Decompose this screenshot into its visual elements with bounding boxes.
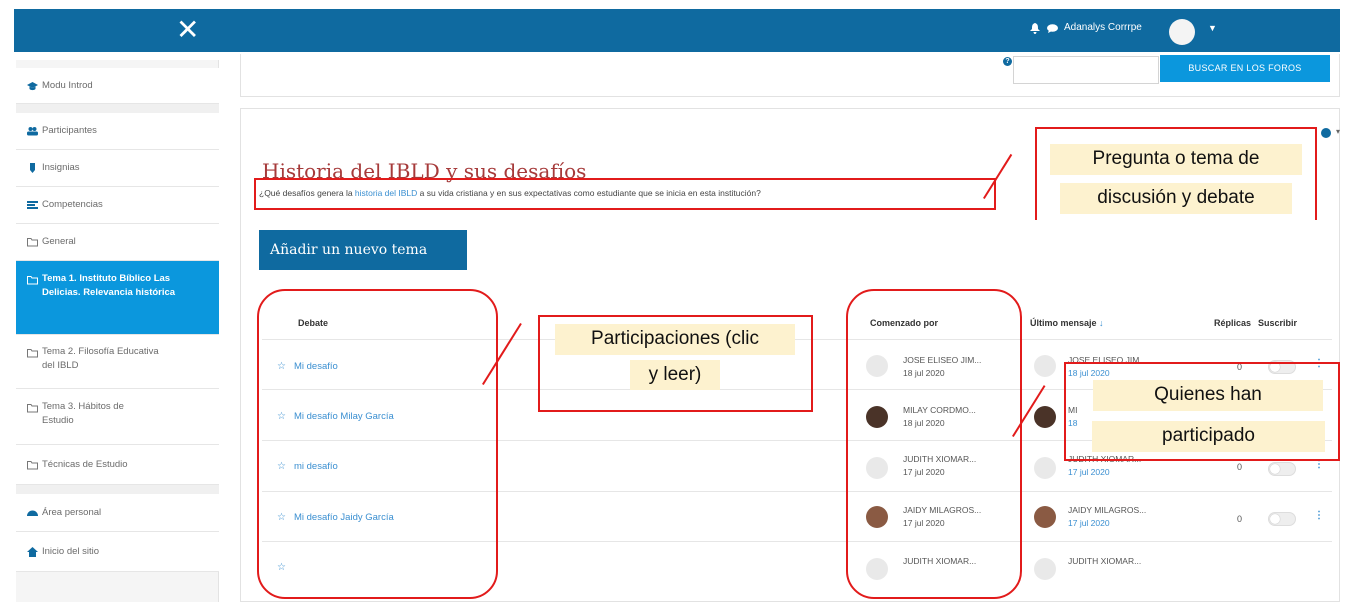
graduation-cap-icon xyxy=(27,81,38,90)
folder-icon xyxy=(27,404,38,413)
sidebar-item-area-personal[interactable]: Área personal xyxy=(16,494,219,532)
search-input[interactable] xyxy=(1013,56,1159,84)
subscribe-toggle[interactable] xyxy=(1268,512,1296,526)
chevron-down-icon[interactable]: ▼ xyxy=(1208,23,1217,33)
sidebar-divider xyxy=(16,485,219,494)
annotation-label: Pregunta o tema de xyxy=(1050,144,1302,175)
last-post-date[interactable]: 17 jul 2020 xyxy=(1068,467,1110,477)
search-forums-button[interactable]: BUSCAR EN LOS FOROS xyxy=(1160,55,1330,82)
avatar xyxy=(1034,558,1056,580)
chevron-down-icon[interactable]: ▾ xyxy=(1336,127,1340,136)
column-header-subscribe: Suscribir xyxy=(1258,318,1298,328)
sidebar-item-tema-2[interactable]: Tema 2. Filosofía Educativa del IBLD xyxy=(16,335,219,389)
reply-count: 0 xyxy=(1237,514,1243,524)
more-icon[interactable]: ⋮ xyxy=(1314,510,1324,521)
dashboard-icon xyxy=(27,510,38,516)
annotation-highlight-participants xyxy=(846,289,1022,599)
sort-icon[interactable]: ↓ xyxy=(1099,318,1104,328)
sidebar-item-modu-introd[interactable]: Modu Introd xyxy=(16,68,219,104)
sidebar-item-label: Tema 3. Hábitos de Estudio xyxy=(42,401,124,426)
top-navbar: ✕ Adanalys Corrrpe ▼ xyxy=(14,9,1340,52)
sidebar: Modu Introd Participantes Insignias Comp… xyxy=(16,60,219,602)
sidebar-item-label: Modu Introd xyxy=(42,79,93,91)
users-icon xyxy=(27,127,38,136)
sidebar-item-label: General xyxy=(42,236,76,247)
sidebar-item-label: Participantes xyxy=(42,125,97,136)
sidebar-divider xyxy=(16,104,219,113)
competencies-icon xyxy=(27,201,38,209)
reply-count: 0 xyxy=(1237,462,1243,472)
sidebar-item-tema-1[interactable]: Tema 1. Instituto Bíblico Las Delicias. … xyxy=(16,261,219,335)
sidebar-item-label: Tema 2. Filosofía Educativa del IBLD xyxy=(42,346,159,371)
annotation-highlight-question xyxy=(254,178,996,210)
avatar xyxy=(1034,457,1056,479)
last-post-author[interactable]: JAIDY MILAGROS... xyxy=(1068,505,1146,515)
avatar xyxy=(1034,506,1056,528)
sidebar-item-label: Técnicas de Estudio xyxy=(42,458,128,470)
sidebar-item-competencias[interactable]: Competencias xyxy=(16,187,219,224)
subscribe-toggle[interactable] xyxy=(1268,462,1296,476)
column-header-replies[interactable]: Réplicas xyxy=(1214,318,1251,328)
sidebar-item-label: Competencias xyxy=(42,199,103,210)
annotation-highlight-topics xyxy=(257,289,498,599)
sidebar-item-general[interactable]: General xyxy=(16,224,219,261)
sidebar-item-participantes[interactable]: Participantes xyxy=(16,113,219,150)
sidebar-item-tecnicas[interactable]: Técnicas de Estudio xyxy=(16,445,219,485)
gear-icon[interactable] xyxy=(1321,128,1331,138)
sidebar-item-insignias[interactable]: Insignias xyxy=(16,150,219,187)
annotation-label: participado xyxy=(1092,421,1325,452)
home-icon xyxy=(27,546,38,557)
avatar xyxy=(1034,355,1056,377)
avatar[interactable] xyxy=(1169,19,1195,45)
sidebar-item-label: Tema 1. Instituto Bíblico Las Delicias. … xyxy=(42,273,176,298)
folder-icon xyxy=(27,460,38,469)
last-post-date[interactable]: 17 jul 2020 xyxy=(1068,518,1110,528)
help-icon[interactable]: ? xyxy=(1003,57,1012,66)
folder-icon xyxy=(27,238,38,247)
forum-page: ✕ Adanalys Corrrpe ▼ Modu Introd Partici… xyxy=(0,0,1347,602)
user-name[interactable]: Adanalys Corrrpe xyxy=(1064,22,1142,33)
bell-icon[interactable] xyxy=(1030,23,1040,34)
folder-icon xyxy=(27,276,38,285)
sidebar-item-tema-3[interactable]: Tema 3. Hábitos de Estudio xyxy=(16,389,219,445)
sidebar-item-label: Área personal xyxy=(42,506,102,518)
column-header-label: Último mensaje xyxy=(1030,318,1097,328)
annotation-label: y leer) xyxy=(630,360,720,390)
sidebar-item-label: Insignias xyxy=(42,162,80,173)
chat-icon[interactable] xyxy=(1047,24,1058,33)
folder-icon xyxy=(27,349,38,358)
annotation-label: Quienes han xyxy=(1093,380,1323,411)
avatar xyxy=(1034,406,1056,428)
add-topic-button[interactable]: Añadir un nuevo tema xyxy=(259,230,467,270)
badge-icon xyxy=(30,163,35,173)
sidebar-item-inicio[interactable]: Inicio del sitio xyxy=(16,532,219,572)
last-post-author[interactable]: JUDITH XIOMAR... xyxy=(1068,556,1141,566)
column-header-last-post[interactable]: Último mensaje ↓ xyxy=(1030,318,1104,328)
annotation-label: Participaciones (clic xyxy=(555,324,795,355)
annotation-label: discusión y debate xyxy=(1060,183,1292,214)
close-icon[interactable]: ✕ xyxy=(176,13,199,47)
sidebar-item-label: Inicio del sitio xyxy=(42,545,100,557)
